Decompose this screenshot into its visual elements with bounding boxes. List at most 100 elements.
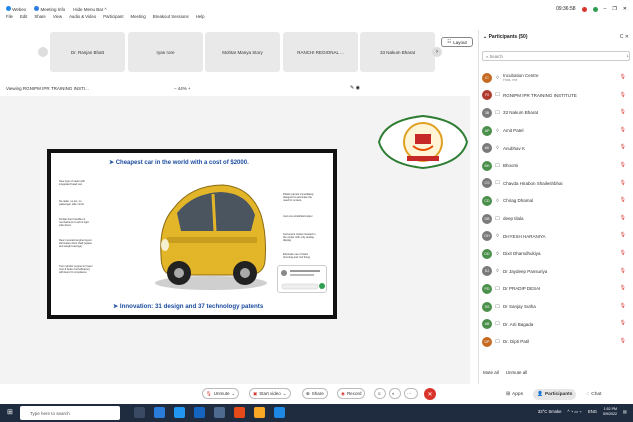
annotate-icon[interactable]: ✎ ◉ (350, 85, 360, 91)
minimize-icon[interactable]: – (604, 6, 607, 12)
mic-muted-icon[interactable]: 🎙 (620, 162, 626, 168)
mic-muted-icon[interactable]: 🎙 (620, 268, 626, 274)
participant-status-icon: ☐ (495, 338, 500, 345)
participant-row[interactable]: AK ◊ Anubhav K 🎙 (482, 139, 630, 157)
menu-edit[interactable]: Edit (20, 14, 27, 19)
unmute-button[interactable]: 🎙 Unmute ⌄ (202, 388, 240, 399)
participant-search-input[interactable]: ⌕ Search (482, 51, 630, 61)
share-button[interactable]: ⊕ Share (302, 388, 328, 399)
video-tile[interactable]: RANCHI REGIONAL ... (283, 32, 358, 72)
close-icon[interactable]: ✕ (623, 6, 627, 12)
webex-app-item[interactable]: Webex (6, 6, 26, 12)
mic-muted-icon[interactable]: 🎙 (620, 250, 626, 256)
participants-tab[interactable]: 👤 Participants (532, 388, 577, 400)
hide-menu-bar[interactable]: Hide Menu Bar ^ (73, 7, 106, 12)
mic-muted-icon[interactable]: 🎙 (620, 232, 626, 238)
menu-breakout[interactable]: Breakout Sessions (153, 14, 189, 19)
more-options-button[interactable]: ··· (404, 388, 418, 399)
participant-row[interactable]: DH ◊ DHYESH HARANIYA 🎙 (482, 227, 630, 245)
language-indicator[interactable]: ENG (588, 409, 597, 414)
menu-participant[interactable]: Participant (103, 14, 123, 19)
mic-muted-icon[interactable]: 🎙 (620, 109, 626, 115)
participant-row[interactable]: DJ ◊ Dr Jaydeep Pansuriya 🎙 (482, 263, 630, 281)
video-tile[interactable]: Dr. Ranjan Bhatt (50, 32, 125, 72)
participant-name-block: Dr Jaydeep Pansuriya (503, 269, 547, 274)
mic-muted-icon[interactable]: 🎙 (620, 144, 626, 150)
mic-muted-icon[interactable]: 🎙 (620, 215, 626, 221)
mic-muted-icon[interactable]: 🎙 (620, 303, 626, 309)
participant-row[interactable]: BH ☐ Bhoomi 🎙 (482, 157, 630, 175)
participant-row[interactable]: AP ◊ Amit Patel 🎙 (482, 122, 630, 140)
chat-popup[interactable] (277, 265, 327, 293)
participant-row[interactable]: CS ☐ Chavda Hirabon Shaileshbhai 🎙 (482, 175, 630, 193)
taskbar-clock[interactable]: 1:52 PM 5/9/2022 (603, 407, 617, 416)
mic-muted-icon[interactable]: 🎙 (620, 74, 626, 80)
menu-file[interactable]: File (6, 14, 13, 19)
slide-callout: No radio, no a/c, no passenger side mirr… (59, 200, 85, 206)
video-off-icon: ▣ (253, 390, 258, 396)
video-tile[interactable]: 33 Nakum Bharat (360, 32, 435, 72)
panel-controls[interactable]: C ✕ (620, 34, 629, 40)
participant-row[interactable]: SS ☐ Dr Sanjay Sutha 🎙 (482, 298, 630, 316)
mic-muted-icon[interactable]: 🎙 (620, 338, 626, 344)
zoom-control[interactable]: – 44% + (174, 86, 191, 91)
leave-meeting-button[interactable]: ✕ (424, 388, 436, 400)
info-icon (34, 6, 40, 11)
notification-icon[interactable]: ▤ (623, 409, 627, 414)
captions-button[interactable]: ◐ (389, 388, 401, 399)
start-video-button[interactable]: ▣ Start video ⌄ (249, 388, 291, 399)
mic-muted-icon[interactable]: 🎙 (620, 92, 626, 98)
taskbar-apps (134, 407, 285, 418)
participant-row[interactable]: PD ☐ Dr PRADIP DESAI 🎙 (482, 280, 630, 298)
mute-all-button[interactable]: Mute all (483, 370, 499, 375)
participant-row[interactable]: 3B ☐ 33 Nakum Bharat 🎙 (482, 104, 630, 122)
weather-widget[interactable]: 33°C Smoke (538, 409, 562, 414)
reactions-button[interactable]: ☺ (374, 388, 386, 399)
webex-taskbar-icon[interactable] (274, 407, 285, 418)
video-tile[interactable]: ryan rore (128, 32, 203, 72)
windows-start-icon[interactable]: ⊞ (7, 408, 13, 416)
participant-row[interactable]: RI ☐ RGNIPM IPR TRAINING INSTITUTE 🎙 (482, 87, 630, 105)
menu-audio-video[interactable]: Audio & Video (69, 14, 96, 19)
menu-meeting[interactable]: Meeting (131, 14, 146, 19)
strip-prev-button[interactable] (38, 47, 48, 57)
mic-muted-icon[interactable]: 🎙 (620, 320, 626, 326)
maximize-icon[interactable]: ❐ (612, 6, 616, 12)
participant-name: 33 Nakum Bharat (503, 110, 539, 116)
meeting-info-item[interactable]: Meeting Info (34, 6, 65, 12)
edge-icon[interactable] (154, 407, 165, 418)
mic-muted-icon[interactable]: 🎙 (620, 197, 626, 203)
mic-muted-icon[interactable]: 🎙 (620, 180, 626, 186)
slide-callout: Two cylinder engine for lower cost & bet… (59, 265, 93, 274)
unmute-all-button[interactable]: Unmute all (506, 370, 528, 375)
apps-tab[interactable]: ⊞ Apps (502, 389, 527, 400)
participant-row[interactable]: DD ◊ Dixit Dharsdhukiya 🎙 (482, 245, 630, 263)
record-button[interactable]: ◉ Record (337, 388, 366, 399)
video-tile[interactable]: Mohtar Manya Story (205, 32, 280, 72)
participant-row[interactable]: CD ◊ Chirag Dhamal 🎙 (482, 192, 630, 210)
participant-row[interactable]: IC ◊ Incubation Centre Host, me 🎙 (482, 69, 630, 87)
mic-muted-icon[interactable]: 🎙 (620, 285, 626, 291)
taskbar-search-input[interactable]: Type here to search (20, 406, 120, 420)
mic-muted-icon: 🎙 (206, 390, 212, 396)
participant-row[interactable]: DP ☐ Dr. Dipti Patil 🎙 (482, 333, 630, 351)
mail-icon[interactable] (194, 407, 205, 418)
layout-button[interactable]: ☷ Layout (441, 37, 473, 47)
sort-icon[interactable]: ↓ (627, 53, 630, 59)
menu-share[interactable]: Share (34, 14, 45, 19)
app-icon[interactable] (174, 407, 185, 418)
menu-view[interactable]: View (53, 14, 62, 19)
participant-row[interactable]: DB ☐ deep tilala 🎙 (482, 210, 630, 228)
office-icon[interactable] (234, 407, 245, 418)
strip-next-button[interactable]: › (432, 47, 442, 57)
task-view-icon[interactable] (134, 407, 145, 418)
menu-help[interactable]: Help (196, 14, 205, 19)
participant-name: RGNIPM IPR TRAINING INSTITUTE (503, 92, 577, 98)
participant-status-icon: ☐ (495, 109, 500, 116)
participant-row[interactable]: AB ☐ Dr. Arti Bagada 🎙 (482, 315, 630, 333)
explorer-icon[interactable] (254, 407, 265, 418)
store-icon[interactable] (214, 407, 225, 418)
tray-icons[interactable]: ^ ◔ ▭ ⌁ (567, 409, 581, 414)
chat-tab[interactable]: ◌ Chat (582, 389, 605, 400)
mic-muted-icon[interactable]: 🎙 (620, 127, 626, 133)
